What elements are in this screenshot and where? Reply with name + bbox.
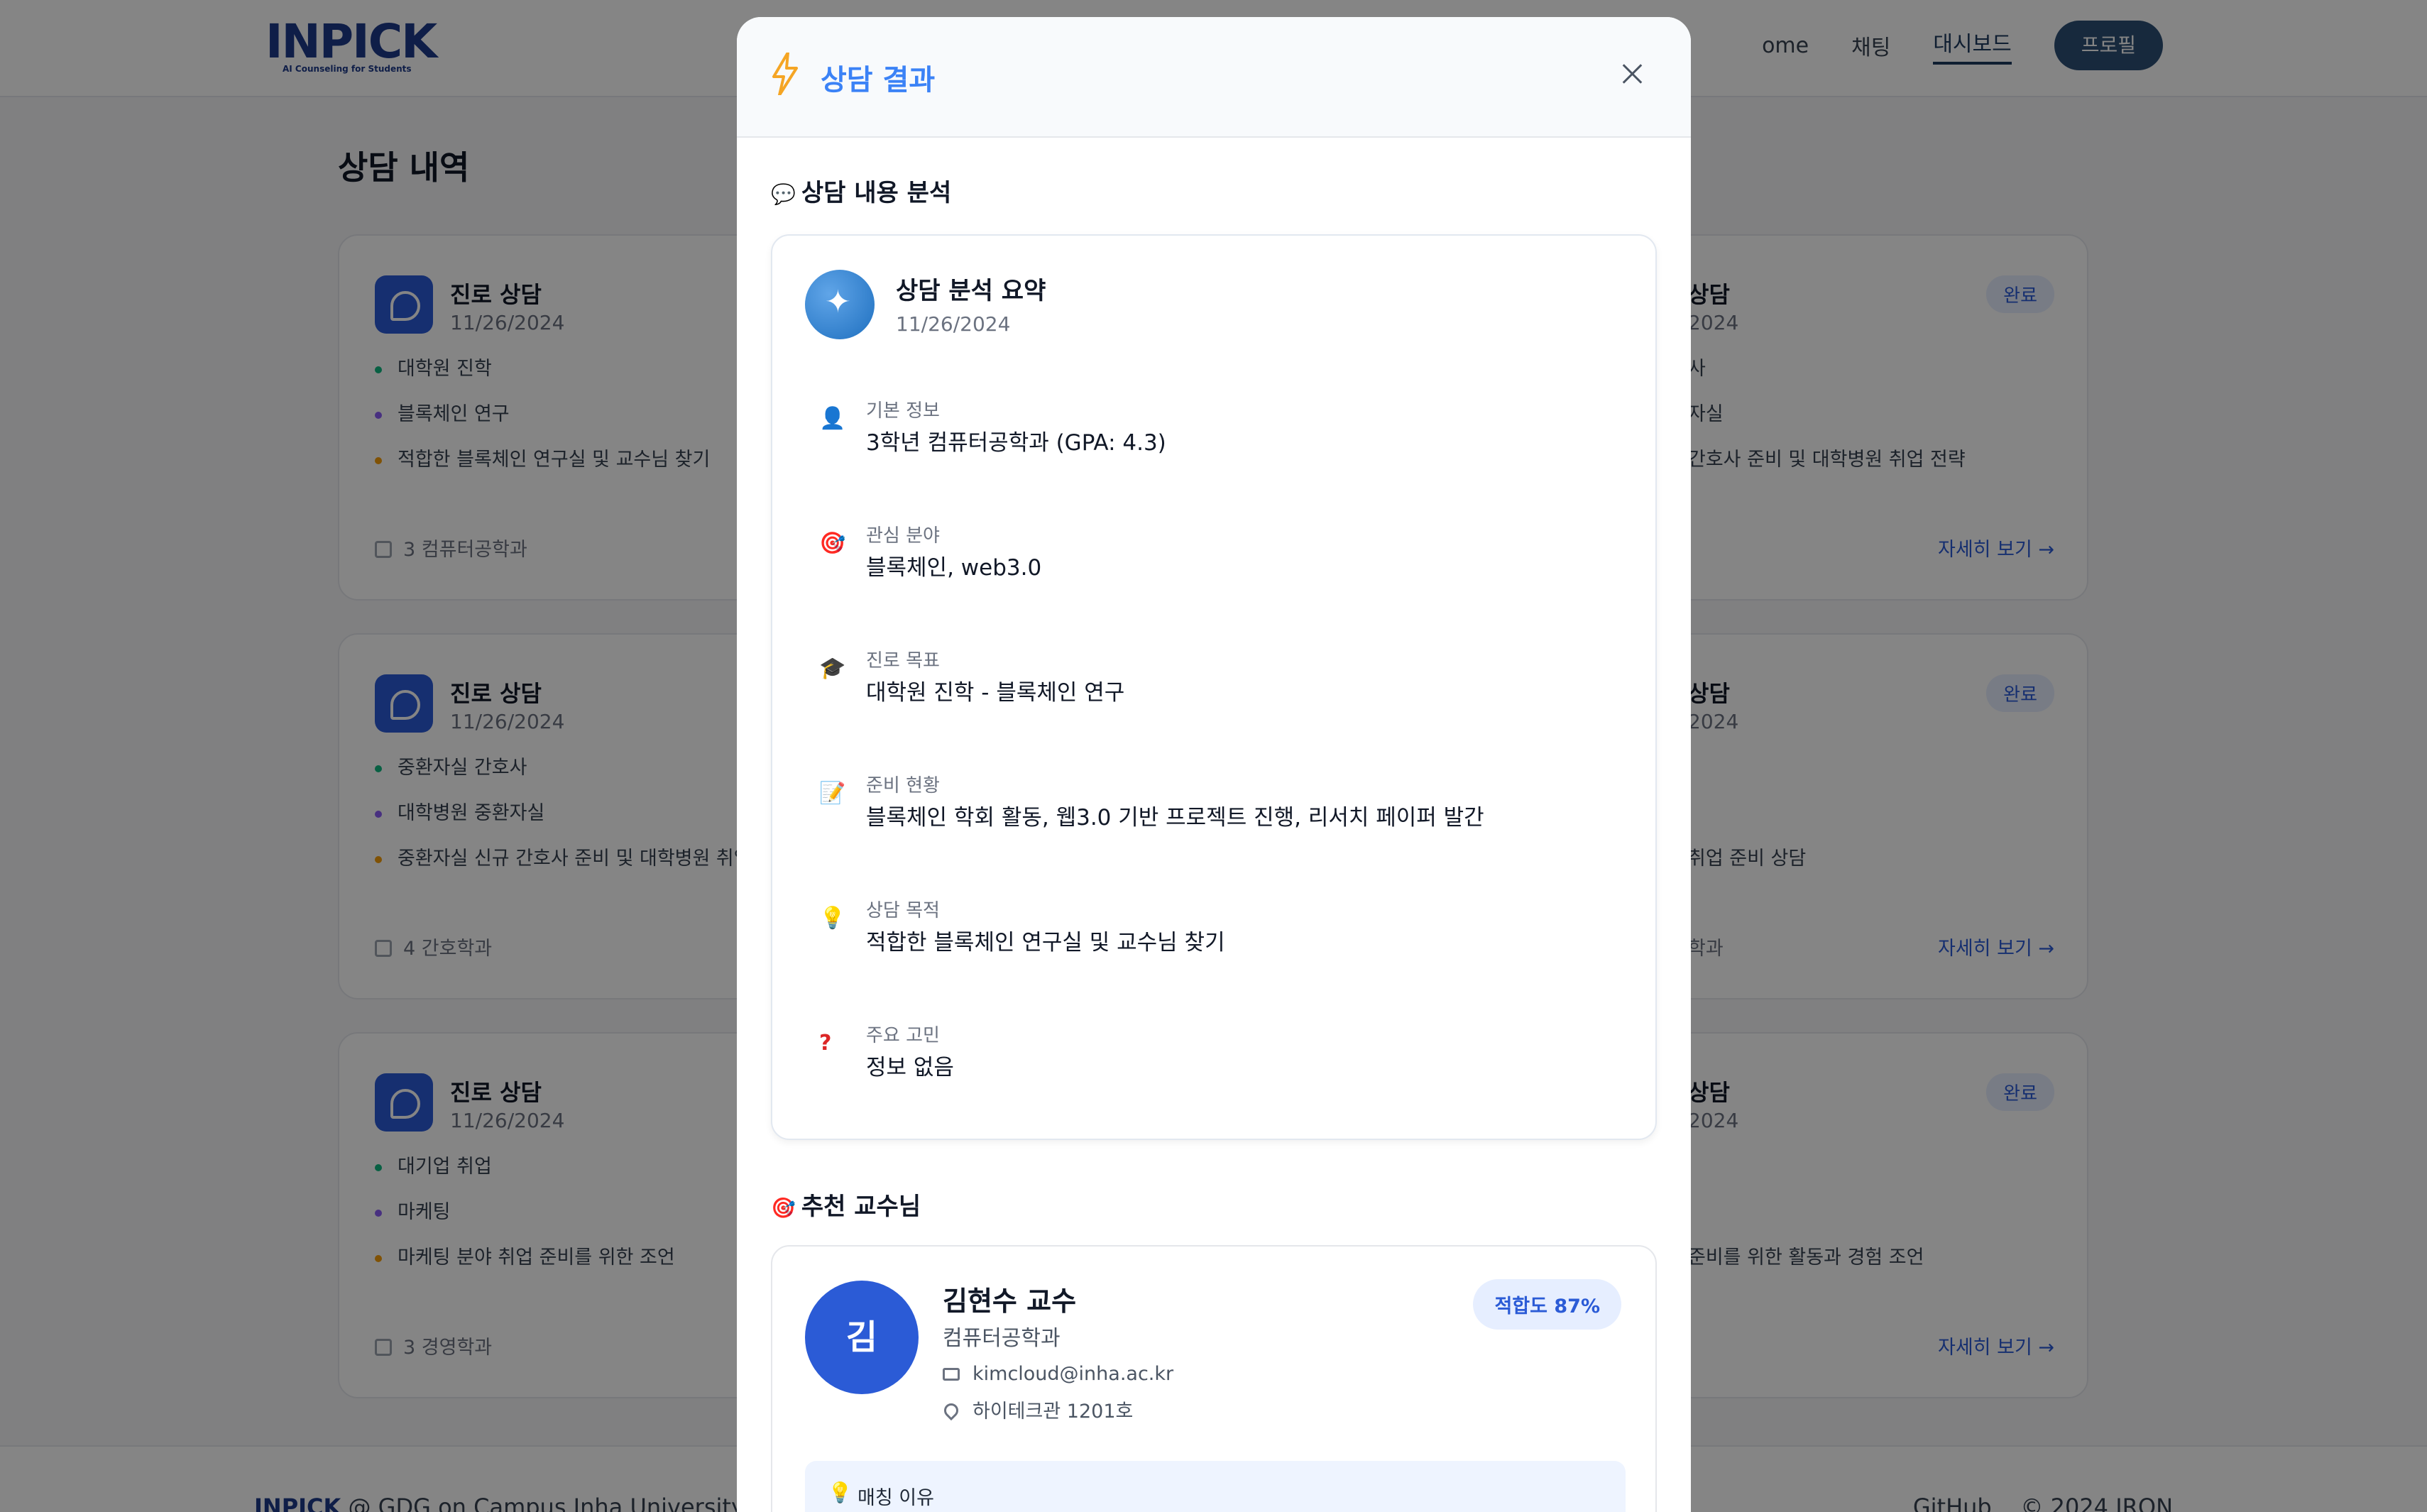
question-icon: ? <box>819 1031 832 1056</box>
mail-icon <box>943 1368 960 1381</box>
professor-name: 김현수 교수 <box>943 1286 1077 1317</box>
consultation-result-modal: 상담 결과 💬상담 내용 분석 상담 분석 요약 11/26/2024 👤 기본… <box>737 17 1691 1512</box>
match-reason-box: 💡 매칭 이유 <box>805 1461 1626 1512</box>
avatar: 김 <box>805 1281 919 1394</box>
modal-header: 상담 결과 <box>737 17 1691 138</box>
summary-title: 상담 분석 요약 <box>896 277 1046 305</box>
professor-office: 하이테크관 1201호 <box>941 1396 1133 1423</box>
location-pin-icon <box>941 1400 962 1421</box>
recommend-section-title: 🎯 추천 교수님 <box>771 1193 921 1221</box>
close-icon[interactable] <box>1618 60 1647 88</box>
comet-icon <box>805 270 875 339</box>
graduation-cap-icon: 🎓 <box>819 656 846 681</box>
match-reason-label: 매칭 이유 <box>858 1487 934 1509</box>
professor-email[interactable]: kimcloud@inha.ac.kr <box>943 1363 1173 1385</box>
lightbulb-icon: 💡 <box>828 1481 853 1504</box>
speech-bubble-icon: 💬 <box>771 182 796 206</box>
lightning-icon <box>772 53 798 95</box>
professor-dept: 컴퓨터공학과 <box>943 1326 1061 1351</box>
memo-icon: 📝 <box>819 781 846 806</box>
analysis-summary-card: 상담 분석 요약 11/26/2024 👤 기본 정보 3학년 컴퓨터공학과 (… <box>771 234 1657 1140</box>
professor-card[interactable]: 김 김현수 교수 컴퓨터공학과 kimcloud@inha.ac.kr 하이테크… <box>771 1245 1657 1512</box>
analysis-section-title: 💬 상담 내용 분석 <box>771 179 952 207</box>
summary-date: 11/26/2024 <box>896 312 1011 336</box>
lightbulb-icon: 💡 <box>819 906 846 931</box>
match-score-badge: 적합도 87% <box>1473 1279 1621 1330</box>
target-icon: 🎯 <box>771 1196 796 1220</box>
person-icon: 👤 <box>819 406 846 431</box>
modal-title: 상담 결과 <box>821 64 936 97</box>
target-icon: 🎯 <box>819 531 846 556</box>
